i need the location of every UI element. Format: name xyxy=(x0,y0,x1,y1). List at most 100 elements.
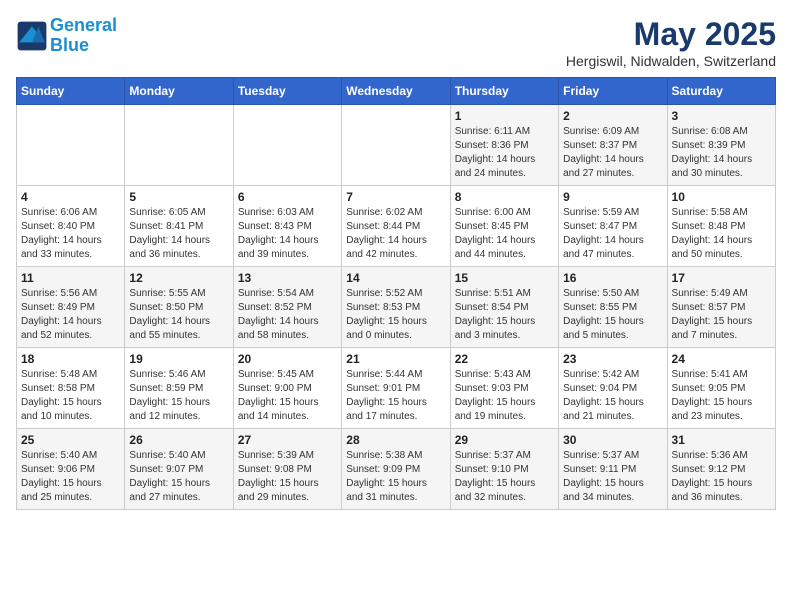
calendar-cell xyxy=(125,105,233,186)
calendar-week-3: 11Sunrise: 5:56 AM Sunset: 8:49 PM Dayli… xyxy=(17,267,776,348)
day-number: 1 xyxy=(455,109,554,123)
day-number: 29 xyxy=(455,433,554,447)
calendar-cell: 4 Sunrise: 6:06 AM Sunset: 8:40 PM Daylig… xyxy=(17,186,125,267)
subtitle: Hergiswil, Nidwalden, Switzerland xyxy=(566,53,776,69)
day-info: Sunrise: 6:03 AM Sunset: 8:43 PM Dayligh… xyxy=(238,206,337,262)
day-info: Sunrise: 6:09 AM Sunset: 8:37 PM Dayligh… xyxy=(563,125,662,181)
day-info: Sunrise: 6:06 AM Sunset: 8:40 PM Dayligh… xyxy=(21,206,120,262)
day-info: Sunrise: 5:45 AM Sunset: 9:00 PM Dayligh… xyxy=(238,368,337,424)
calendar-cell: 19 Sunrise: 5:46 AM Sunset: 8:59 PM Dayli… xyxy=(125,348,233,429)
day-number: 13 xyxy=(238,271,337,285)
day-info: Sunrise: 5:49 AM Sunset: 8:57 PM Dayligh… xyxy=(672,287,771,343)
day-number: 28 xyxy=(346,433,445,447)
day-number: 22 xyxy=(455,352,554,366)
day-info: Sunrise: 6:08 AM Sunset: 8:39 PM Dayligh… xyxy=(672,125,771,181)
day-info: Sunrise: 5:46 AM Sunset: 8:59 PM Dayligh… xyxy=(129,368,228,424)
day-number: 4 xyxy=(21,190,120,204)
day-number: 24 xyxy=(672,352,771,366)
calendar-cell: 10Sunrise: 5:58 AM Sunset: 8:48 PM Dayli… xyxy=(667,186,775,267)
weekday-header-saturday: Saturday xyxy=(667,78,775,105)
day-number: 12 xyxy=(129,271,228,285)
day-number: 30 xyxy=(563,433,662,447)
month-title: May 2025 xyxy=(566,16,776,53)
logo-blue: Blue xyxy=(50,35,89,55)
day-number: 3 xyxy=(672,109,771,123)
day-number: 25 xyxy=(21,433,120,447)
day-info: Sunrise: 5:50 AM Sunset: 8:55 PM Dayligh… xyxy=(563,287,662,343)
weekday-header-friday: Friday xyxy=(559,78,667,105)
calendar-week-2: 4 Sunrise: 6:06 AM Sunset: 8:40 PM Daylig… xyxy=(17,186,776,267)
day-info: Sunrise: 5:43 AM Sunset: 9:03 PM Dayligh… xyxy=(455,368,554,424)
day-info: Sunrise: 5:52 AM Sunset: 8:53 PM Dayligh… xyxy=(346,287,445,343)
calendar-cell: 3 Sunrise: 6:08 AM Sunset: 8:39 PM Daylig… xyxy=(667,105,775,186)
day-info: Sunrise: 5:37 AM Sunset: 9:11 PM Dayligh… xyxy=(563,449,662,505)
calendar-cell: 31Sunrise: 5:36 AM Sunset: 9:12 PM Dayli… xyxy=(667,429,775,510)
calendar-cell xyxy=(233,105,341,186)
day-info: Sunrise: 5:42 AM Sunset: 9:04 PM Dayligh… xyxy=(563,368,662,424)
calendar-cell: 15Sunrise: 5:51 AM Sunset: 8:54 PM Dayli… xyxy=(450,267,558,348)
calendar-cell: 6Sunrise: 6:03 AM Sunset: 8:43 PM Daylig… xyxy=(233,186,341,267)
day-info: Sunrise: 5:38 AM Sunset: 9:09 PM Dayligh… xyxy=(346,449,445,505)
calendar-cell: 9 Sunrise: 5:59 AM Sunset: 8:47 PM Daylig… xyxy=(559,186,667,267)
calendar-table: SundayMondayTuesdayWednesdayThursdayFrid… xyxy=(16,77,776,510)
calendar-cell: 8 Sunrise: 6:00 AM Sunset: 8:45 PM Daylig… xyxy=(450,186,558,267)
calendar-cell: 25 Sunrise: 5:40 AM Sunset: 9:06 PM Dayli… xyxy=(17,429,125,510)
calendar-cell: 22 Sunrise: 5:43 AM Sunset: 9:03 PM Dayli… xyxy=(450,348,558,429)
logo: General Blue xyxy=(16,16,117,56)
day-number: 18 xyxy=(21,352,120,366)
calendar-cell: 17 Sunrise: 5:49 AM Sunset: 8:57 PM Dayli… xyxy=(667,267,775,348)
day-number: 19 xyxy=(129,352,228,366)
day-info: Sunrise: 6:05 AM Sunset: 8:41 PM Dayligh… xyxy=(129,206,228,262)
day-info: Sunrise: 5:59 AM Sunset: 8:47 PM Dayligh… xyxy=(563,206,662,262)
day-info: Sunrise: 5:41 AM Sunset: 9:05 PM Dayligh… xyxy=(672,368,771,424)
calendar-cell: 21Sunrise: 5:44 AM Sunset: 9:01 PM Dayli… xyxy=(342,348,450,429)
day-number: 9 xyxy=(563,190,662,204)
day-number: 16 xyxy=(563,271,662,285)
calendar-cell: 29 Sunrise: 5:37 AM Sunset: 9:10 PM Dayli… xyxy=(450,429,558,510)
day-info: Sunrise: 5:56 AM Sunset: 8:49 PM Dayligh… xyxy=(21,287,120,343)
logo-icon xyxy=(16,20,48,52)
day-number: 8 xyxy=(455,190,554,204)
weekday-header-thursday: Thursday xyxy=(450,78,558,105)
title-block: May 2025 Hergiswil, Nidwalden, Switzerla… xyxy=(566,16,776,69)
calendar-cell: 2Sunrise: 6:09 AM Sunset: 8:37 PM Daylig… xyxy=(559,105,667,186)
calendar-week-5: 25 Sunrise: 5:40 AM Sunset: 9:06 PM Dayli… xyxy=(17,429,776,510)
page-header: General Blue May 2025 Hergiswil, Nidwald… xyxy=(16,16,776,69)
logo-general: General xyxy=(50,15,117,35)
day-number: 17 xyxy=(672,271,771,285)
day-info: Sunrise: 5:40 AM Sunset: 9:07 PM Dayligh… xyxy=(129,449,228,505)
calendar-week-4: 18 Sunrise: 5:48 AM Sunset: 8:58 PM Dayli… xyxy=(17,348,776,429)
day-number: 20 xyxy=(238,352,337,366)
calendar-cell xyxy=(17,105,125,186)
day-info: Sunrise: 5:51 AM Sunset: 8:54 PM Dayligh… xyxy=(455,287,554,343)
day-info: Sunrise: 5:48 AM Sunset: 8:58 PM Dayligh… xyxy=(21,368,120,424)
calendar-cell: 20 Sunrise: 5:45 AM Sunset: 9:00 PM Dayli… xyxy=(233,348,341,429)
calendar-cell: 14 Sunrise: 5:52 AM Sunset: 8:53 PM Dayli… xyxy=(342,267,450,348)
day-info: Sunrise: 5:44 AM Sunset: 9:01 PM Dayligh… xyxy=(346,368,445,424)
calendar-cell: 27Sunrise: 5:39 AM Sunset: 9:08 PM Dayli… xyxy=(233,429,341,510)
day-number: 26 xyxy=(129,433,228,447)
day-info: Sunrise: 5:36 AM Sunset: 9:12 PM Dayligh… xyxy=(672,449,771,505)
day-number: 14 xyxy=(346,271,445,285)
calendar-cell: 24 Sunrise: 5:41 AM Sunset: 9:05 PM Dayli… xyxy=(667,348,775,429)
day-info: Sunrise: 5:37 AM Sunset: 9:10 PM Dayligh… xyxy=(455,449,554,505)
calendar-cell: 13Sunrise: 5:54 AM Sunset: 8:52 PM Dayli… xyxy=(233,267,341,348)
day-info: Sunrise: 5:39 AM Sunset: 9:08 PM Dayligh… xyxy=(238,449,337,505)
calendar-cell: 1 Sunrise: 6:11 AM Sunset: 8:36 PM Daylig… xyxy=(450,105,558,186)
weekday-header-row: SundayMondayTuesdayWednesdayThursdayFrid… xyxy=(17,78,776,105)
calendar-cell: 5 Sunrise: 6:05 AM Sunset: 8:41 PM Daylig… xyxy=(125,186,233,267)
calendar-cell: 26 Sunrise: 5:40 AM Sunset: 9:07 PM Dayli… xyxy=(125,429,233,510)
day-info: Sunrise: 5:40 AM Sunset: 9:06 PM Dayligh… xyxy=(21,449,120,505)
calendar-cell: 12Sunrise: 5:55 AM Sunset: 8:50 PM Dayli… xyxy=(125,267,233,348)
day-info: Sunrise: 6:00 AM Sunset: 8:45 PM Dayligh… xyxy=(455,206,554,262)
day-number: 5 xyxy=(129,190,228,204)
day-number: 23 xyxy=(563,352,662,366)
weekday-header-wednesday: Wednesday xyxy=(342,78,450,105)
day-info: Sunrise: 6:11 AM Sunset: 8:36 PM Dayligh… xyxy=(455,125,554,181)
weekday-header-monday: Monday xyxy=(125,78,233,105)
day-info: Sunrise: 6:02 AM Sunset: 8:44 PM Dayligh… xyxy=(346,206,445,262)
calendar-cell: 11Sunrise: 5:56 AM Sunset: 8:49 PM Dayli… xyxy=(17,267,125,348)
calendar-week-1: 1 Sunrise: 6:11 AM Sunset: 8:36 PM Daylig… xyxy=(17,105,776,186)
calendar-cell: 16 Sunrise: 5:50 AM Sunset: 8:55 PM Dayli… xyxy=(559,267,667,348)
calendar-cell: 7Sunrise: 6:02 AM Sunset: 8:44 PM Daylig… xyxy=(342,186,450,267)
